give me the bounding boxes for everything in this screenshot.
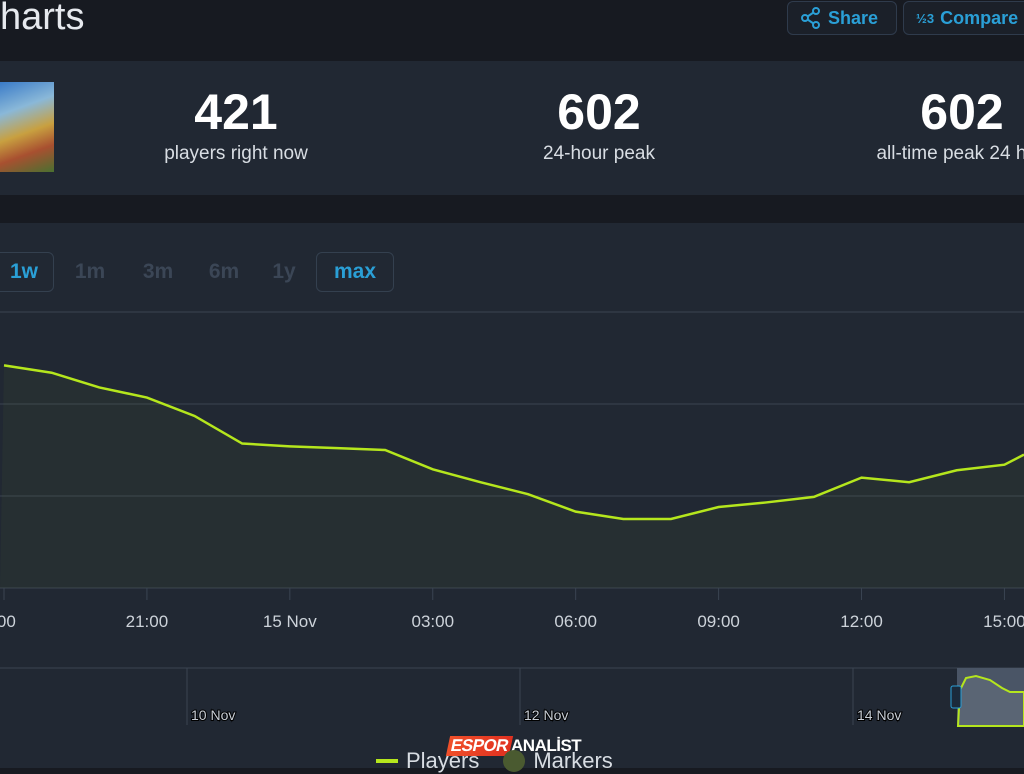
navigator-label: 10 Nov xyxy=(191,707,235,723)
legend-label: Markers xyxy=(533,748,613,773)
circle-swatch-icon xyxy=(503,750,526,772)
legend-players[interactable]: Players xyxy=(376,748,479,774)
x-tick-label: 06:00 xyxy=(554,612,597,631)
x-tick-label: 09:00 xyxy=(697,612,740,631)
legend-markers[interactable]: Markers xyxy=(503,748,613,774)
navigator-label: 12 Nov xyxy=(524,707,568,723)
legend-label: Players xyxy=(406,748,480,773)
x-tick-label: 03:00 xyxy=(411,612,454,631)
player-chart[interactable]: :00 21:00 15 Nov 03:00 06:00 09:00 12:00 15:00 1… xyxy=(0,0,1024,768)
x-tick-label: 12:00 xyxy=(840,612,883,631)
x-tick-label: 15:00 xyxy=(983,612,1024,631)
navigator-label: 14 Nov xyxy=(857,707,901,723)
x-tick-label: 15 Nov xyxy=(263,612,317,631)
x-tick-label: :00 xyxy=(0,612,16,631)
series-area xyxy=(0,365,1024,588)
navigator-handle[interactable] xyxy=(950,685,962,709)
chart-legend: Players Markers xyxy=(376,748,613,774)
x-tick-label: 21:00 xyxy=(126,612,169,631)
line-swatch-icon xyxy=(376,759,398,763)
